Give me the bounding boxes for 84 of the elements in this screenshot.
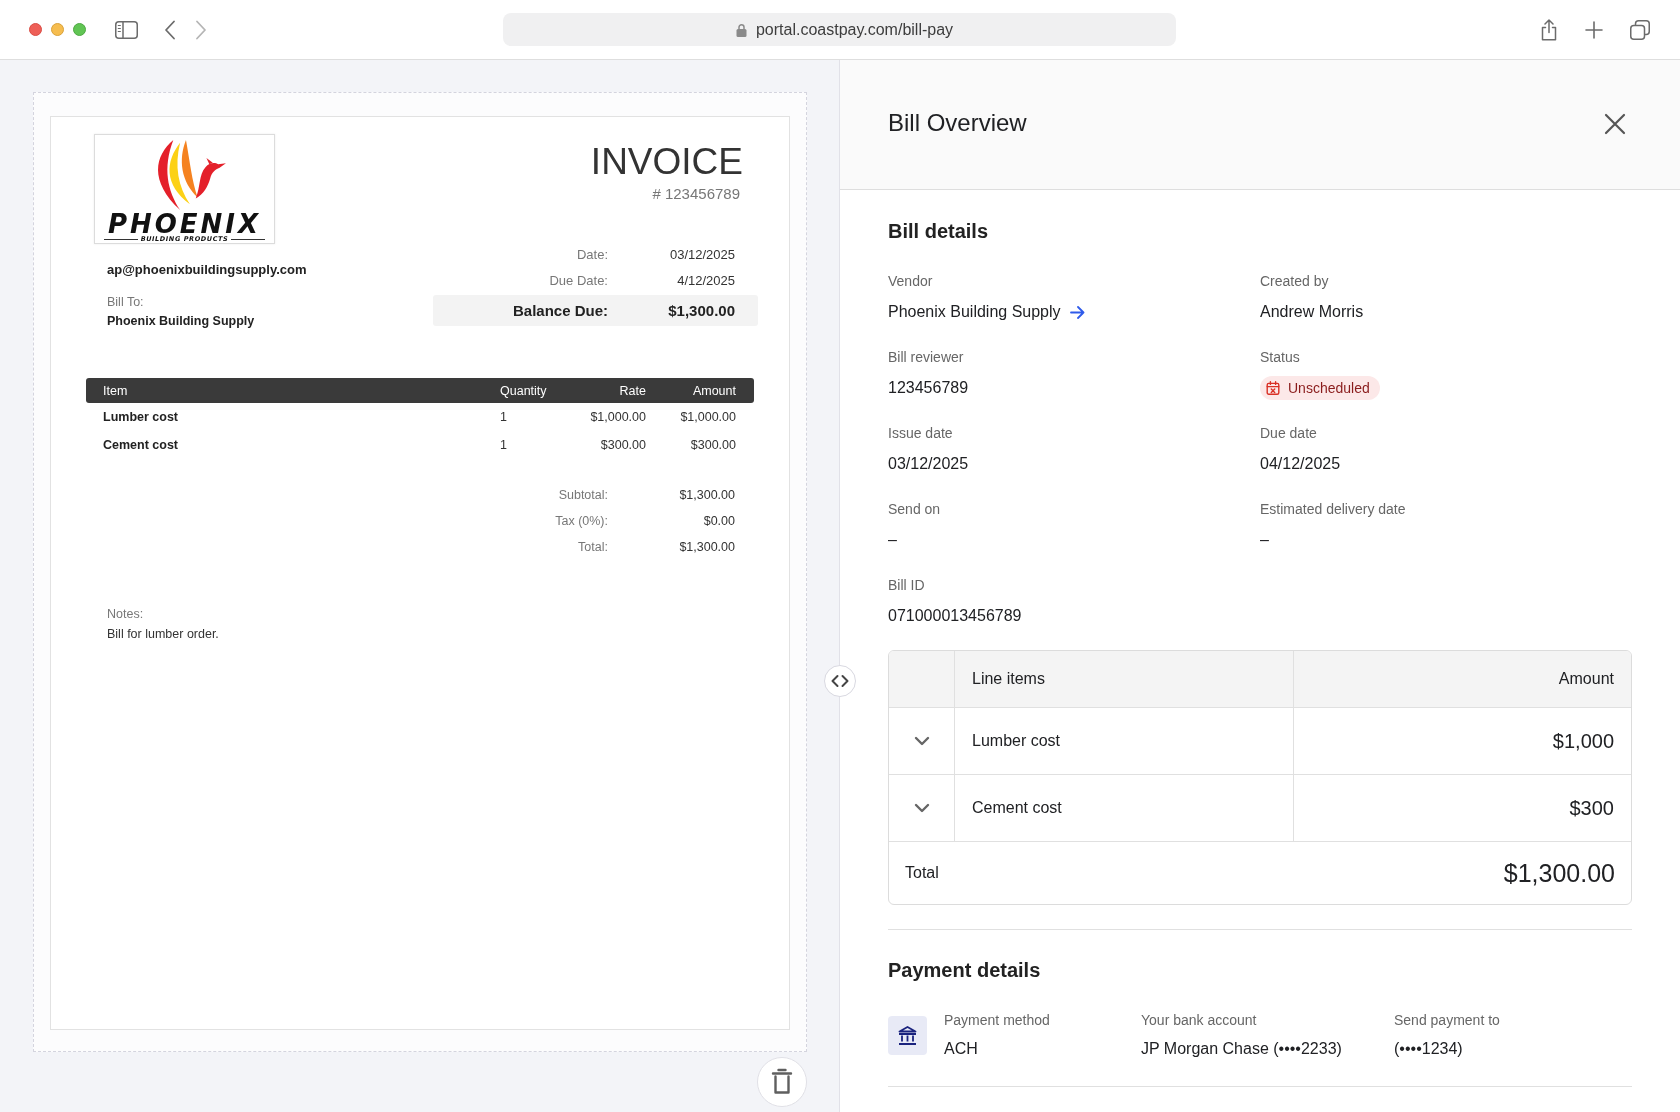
- table-cell: Lumber cost: [955, 708, 1294, 774]
- field-value: Andrew Morris: [1260, 302, 1364, 322]
- close-icon[interactable]: [1604, 113, 1626, 135]
- field-value: ACH: [944, 1039, 978, 1059]
- address-bar[interactable]: portal.coastpay.com/bill-pay: [503, 13, 1176, 46]
- summary-value: $1,300.00: [679, 488, 735, 502]
- table-cell: Cement cost: [955, 775, 1294, 841]
- table-cell-text: $1,000: [1551, 728, 1615, 754]
- panel-title: Bill Overview: [888, 108, 1027, 138]
- table-cell: $1,000.00: [590, 410, 646, 424]
- column-header: Quantity: [500, 383, 547, 398]
- column-header: Amount: [1557, 669, 1615, 689]
- tab-overview-icon[interactable]: [1630, 19, 1650, 40]
- summary-label: Total:: [578, 540, 608, 554]
- field-value: JP Morgan Chase (••••2233): [1141, 1039, 1342, 1059]
- logo-wordmark: PHOENIX: [107, 213, 262, 235]
- field-label: Send on: [888, 500, 941, 518]
- window-close-icon[interactable]: [29, 23, 42, 36]
- field-value: 04/12/2025: [1260, 454, 1341, 474]
- table-cell: 1: [500, 410, 507, 424]
- section-title: Payment details: [888, 958, 1041, 982]
- table-cell-text: $300: [1568, 795, 1615, 821]
- column-header: Rate: [619, 383, 646, 398]
- bill-to-label: Bill To:: [107, 294, 144, 310]
- field-label: Payment method: [944, 1011, 1050, 1029]
- lock-icon: [735, 22, 747, 37]
- field-label: Estimated delivery date: [1260, 500, 1406, 518]
- arrow-right-icon: [1069, 305, 1085, 319]
- sidebar-icon[interactable]: [115, 20, 138, 39]
- total-amount: $1,300.00: [1503, 858, 1615, 888]
- table-cell: Cement cost: [103, 438, 179, 452]
- field-value: $1,300.00: [668, 302, 735, 319]
- share-icon[interactable]: [1540, 18, 1558, 41]
- left-right-chevrons-icon[interactable]: [824, 665, 856, 697]
- status-label: Unscheduled: [1288, 379, 1370, 398]
- table-cell: $300.00: [690, 438, 736, 452]
- trash-icon[interactable]: [757, 1057, 807, 1107]
- summary-value: $0.00: [703, 514, 735, 528]
- notes-label: Notes:: [107, 606, 144, 623]
- table-cell: $300.00: [600, 438, 646, 452]
- vendor-link[interactable]: Phoenix Building Supply: [888, 302, 1085, 322]
- field-label: Bill ID: [888, 576, 925, 594]
- table-cell: $1,000.00: [680, 410, 736, 424]
- summary-value: $1,300.00: [679, 540, 735, 554]
- field-label: Due Date:: [549, 272, 608, 288]
- field-label: Your bank account: [1141, 1011, 1257, 1029]
- field-value: –: [888, 530, 897, 550]
- chevron-down-icon[interactable]: [913, 803, 930, 813]
- section-title: Bill details: [888, 219, 989, 243]
- notes-text: Bill for lumber order.: [107, 626, 219, 643]
- window-zoom-icon[interactable]: [73, 23, 86, 36]
- total-label: Total: [905, 864, 939, 882]
- invoice-title: INVOICE: [590, 142, 743, 182]
- field-value: 123456789: [888, 378, 969, 398]
- invoice-number: # 123456789: [652, 185, 740, 203]
- new-tab-icon[interactable]: [1585, 20, 1603, 39]
- table-cell: 1: [500, 438, 507, 452]
- field-value: –: [1260, 530, 1269, 550]
- column-header: Item: [103, 383, 128, 398]
- table-cell: Lumber cost: [103, 410, 178, 424]
- field-label: Send payment to: [1394, 1011, 1500, 1029]
- field-label: Created by: [1260, 272, 1329, 290]
- field-label: Issue date: [888, 424, 953, 442]
- field-label: Date:: [576, 246, 608, 262]
- field-label: Balance Due:: [512, 302, 608, 319]
- bill-to-name: Phoenix Building Supply: [107, 313, 255, 329]
- summary-label: Tax (0%):: [555, 514, 608, 528]
- chevron-down-icon[interactable]: [913, 736, 930, 746]
- field-value: 03/12/2025: [888, 454, 969, 474]
- field-label: Vendor: [888, 272, 933, 290]
- bank-icon: [888, 1016, 927, 1055]
- field-value: 071000013456789: [888, 606, 1022, 626]
- field-label: Bill reviewer: [888, 348, 964, 366]
- column-header: Line items: [955, 651, 1294, 707]
- field-label: Due date: [1260, 424, 1317, 442]
- field-label: Status: [1260, 348, 1300, 366]
- field-value: (••••1234): [1394, 1039, 1463, 1059]
- summary-label: Subtotal:: [558, 488, 608, 502]
- field-value: 03/12/2025: [669, 246, 735, 262]
- back-icon[interactable]: [164, 19, 176, 40]
- calendar-x-icon: [1266, 381, 1280, 395]
- email-text: ap@phoenixbuildingsupply.com: [107, 261, 307, 279]
- column-header: Amount: [692, 383, 736, 398]
- field-value: 4/12/2025: [677, 272, 735, 288]
